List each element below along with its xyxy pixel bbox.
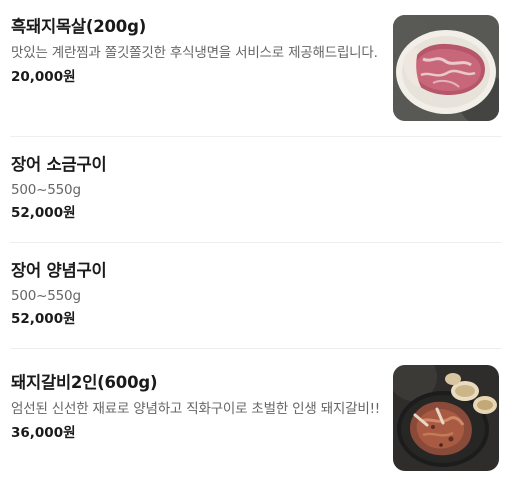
menu-item-description: 500~550g (11, 288, 81, 304)
menu-item[interactable]: 장어 양념구이 500~550g 52,000원 (0, 243, 511, 349)
menu-item-name: 장어 소금구이 (11, 155, 107, 174)
menu-item-info: 장어 소금구이 500~550g 52,000원 (11, 154, 383, 222)
menu-item-photo[interactable] (393, 365, 499, 471)
menu-item-info: 장어 양념구이 500~550g 52,000원 (11, 260, 383, 328)
menu-item-description: 맛있는 계란찜과 쫄깃쫄깃한 후식냉면을 서비스로 제공해드립니다. (11, 45, 378, 61)
menu-item-description: 500~550g (11, 182, 81, 198)
menu-item-price: 20,000원 (11, 69, 76, 85)
menu-item-info: 돼지갈비2인(600g) 엄선된 신선한 재료로 양념하고 직화구이로 초벌한 … (11, 372, 383, 442)
menu-item[interactable]: 장어 소금구이 500~550g 52,000원 (0, 137, 511, 243)
grilled-pork-neck-photo (393, 15, 499, 121)
menu-item-name: 흑돼지목살(200g) (11, 17, 147, 36)
menu-list: 흑돼지목살(200g) 맛있는 계란찜과 쫄깃쫄깃한 후식냉면을 서비스로 제공… (0, 0, 511, 486)
menu-item-info: 흑돼지목살(200g) 맛있는 계란찜과 쫄깃쫄깃한 후식냉면을 서비스로 제공… (11, 16, 383, 86)
menu-item[interactable]: 흑돼지목살(200g) 맛있는 계란찜과 쫄깃쫄깃한 후식냉면을 서비스로 제공… (0, 15, 511, 137)
menu-item-description: 엄선된 신선한 재료로 양념하고 직화구이로 초벌한 인생 돼지갈비!! (11, 401, 381, 417)
menu-item-photo[interactable] (393, 15, 499, 121)
menu-item-price: 36,000원 (11, 425, 76, 441)
menu-item-name: 장어 양념구이 (11, 261, 107, 280)
menu-item[interactable]: 돼지갈비2인(600g) 엄선된 신선한 재료로 양념하고 직화구이로 초벌한 … (0, 349, 511, 486)
menu-item-price: 52,000원 (11, 311, 76, 327)
menu-item-price: 52,000원 (11, 205, 76, 221)
menu-item-name: 돼지갈비2인(600g) (11, 373, 158, 392)
marinated-pork-ribs-photo (393, 365, 499, 471)
